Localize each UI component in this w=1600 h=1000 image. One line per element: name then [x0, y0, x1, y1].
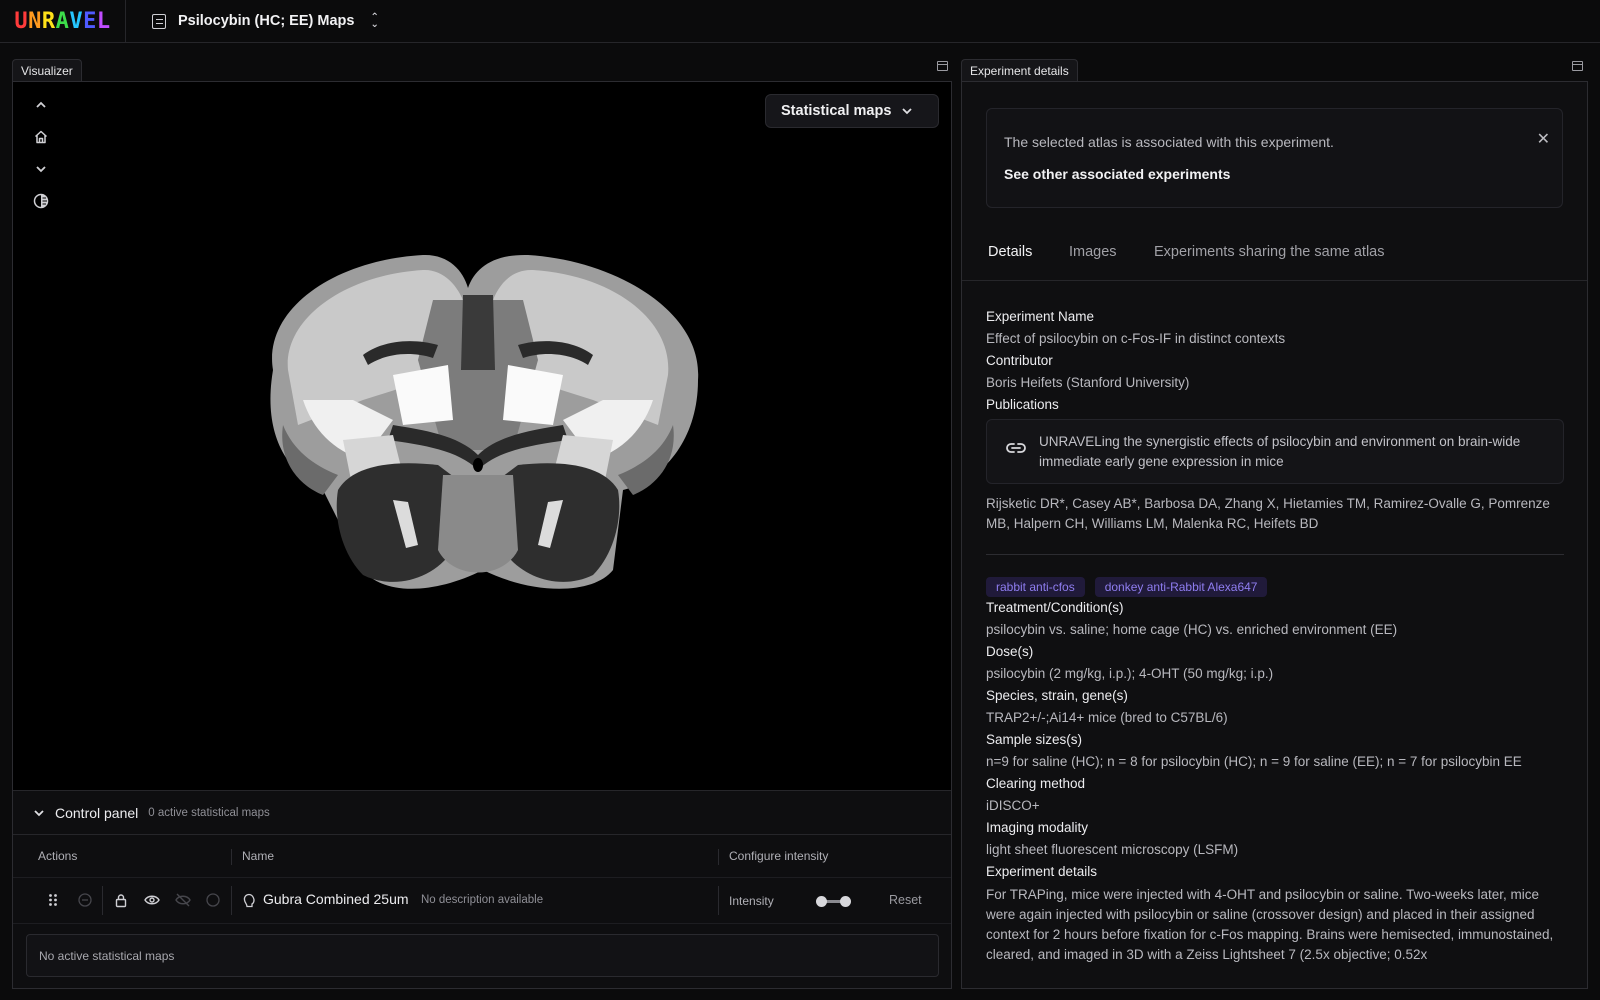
publications-label: Publications [986, 397, 1059, 412]
reset-button[interactable]: Reset [889, 893, 922, 907]
no-active-maps-message: No active statistical maps [26, 934, 939, 977]
dose-value: psilocybin (2 mg/kg, i.p.); 4-OHT (50 mg… [986, 666, 1274, 681]
imaging-modality-value: light sheet fluorescent microscopy (LSFM… [986, 842, 1239, 857]
tab-details[interactable]: Details [988, 244, 1032, 260]
column-divider [718, 886, 719, 915]
experiment-details-tab[interactable]: Experiment details [961, 59, 1078, 82]
species-label: Species, strain, gene(s) [986, 688, 1128, 703]
home-icon[interactable] [33, 128, 49, 146]
logo-letter: R [41, 8, 56, 34]
palette-icon [205, 892, 221, 908]
atlas-name: Gubra Combined 25um [263, 891, 409, 907]
treatment-value: psilocybin vs. saline; home cage (HC) vs… [986, 622, 1398, 637]
experiment-name-label: Experiment Name [986, 309, 1095, 324]
column-divider [231, 849, 232, 865]
intensity-column-header: Configure intensity [729, 849, 829, 863]
visualizer-tab[interactable]: Visualizer [12, 59, 82, 82]
chevron-up-down-icon: ⌃ ⌄ [370, 12, 379, 30]
contributor-label: Contributor [986, 353, 1053, 368]
experiment-details-label: Experiment details [986, 864, 1098, 879]
experiment-name-value: Effect of psilocybin on c-Fos-IF in dist… [986, 331, 1286, 346]
logo-letter: L [96, 8, 111, 34]
control-panel-header[interactable]: Control panel 0 active statistical maps [13, 791, 951, 835]
logo-letter: N [28, 8, 42, 34]
project-selector[interactable]: Psilocybin (HC; EE) Maps ⌃ ⌄ [152, 12, 379, 30]
lock-icon[interactable] [113, 892, 129, 908]
contrast-icon[interactable] [33, 192, 49, 210]
chevron-up-icon[interactable] [35, 96, 47, 114]
atlas-notice: The selected atlas is associated with th… [986, 108, 1563, 208]
chevron-down-icon [902, 108, 913, 115]
antibody-tags: rabbit anti-cfos donkey anti-Rabbit Alex… [986, 577, 1564, 597]
top-bar: UNRAVEL Psilocybin (HC; EE) Maps ⌃ ⌄ [0, 0, 1600, 43]
logo-letter: A [55, 8, 70, 34]
document-icon [152, 13, 166, 29]
experiment-details-panel: The selected atlas is associated with th… [961, 81, 1588, 989]
atlas-description: No description available [421, 894, 544, 906]
actions-column-header: Actions [38, 849, 78, 863]
atlas-icon [241, 892, 257, 908]
logo-letter: E [83, 8, 97, 34]
notice-text: The selected atlas is associated with th… [1004, 134, 1334, 150]
logo-letter: U [14, 8, 29, 34]
maximize-details-icon[interactable] [1572, 61, 1583, 71]
column-divider [231, 886, 232, 915]
statistical-maps-label: Statistical maps [781, 103, 892, 119]
tag-secondary-antibody: donkey anti-Rabbit Alexa647 [1094, 577, 1268, 597]
close-icon[interactable]: ✕ [1537, 129, 1550, 149]
statistical-maps-dropdown[interactable]: Statistical maps [765, 94, 939, 128]
publication-title: UNRAVELing the synergistic effects of ps… [1039, 434, 1521, 469]
chevron-down-icon[interactable] [35, 160, 47, 178]
divider [986, 554, 1564, 555]
publication-card[interactable]: UNRAVELing the synergistic effects of ps… [986, 419, 1564, 484]
hide-icon [175, 892, 191, 908]
intensity-range-slider[interactable] [816, 895, 851, 907]
dose-label: Dose(s) [986, 644, 1034, 659]
active-maps-count: 0 active statistical maps [148, 806, 270, 819]
clearing-method-label: Clearing method [986, 776, 1086, 791]
action-divider [102, 886, 103, 915]
control-panel-columns: Actions Name Configure intensity [13, 835, 951, 878]
publication-authors: Rijsketic DR*, Casey AB*, Barbosa DA, Zh… [986, 496, 1550, 531]
chevron-down-icon[interactable] [33, 809, 45, 817]
link-icon [1006, 443, 1026, 453]
name-column-header: Name [242, 849, 275, 863]
experiment-details-content: Experiment Name Effect of psilocybin on … [986, 306, 1564, 965]
imaging-modality-label: Imaging modality [986, 820, 1089, 835]
tag-primary-antibody: rabbit anti-cfos [986, 577, 1085, 597]
column-divider [718, 849, 719, 865]
maximize-visualizer-icon[interactable] [937, 61, 948, 71]
experiment-details-value: For TRAPing, mice were injected with 4-O… [986, 887, 1554, 962]
treatment-label: Treatment/Condition(s) [986, 600, 1124, 615]
sample-sizes-label: Sample sizes(s) [986, 732, 1083, 747]
visualizer-panel: Statistical maps Control panel 0 active … [12, 81, 952, 989]
control-panel: Control panel 0 active statistical maps … [13, 790, 951, 988]
drag-handle-icon[interactable] [45, 892, 61, 908]
viewer-toolbar [31, 96, 51, 210]
see-other-experiments-link[interactable]: See other associated experiments [1004, 166, 1230, 182]
eye-icon[interactable] [144, 892, 160, 908]
species-value: TRAP2+/-;Ai14+ mice (bred to C57BL/6) [986, 710, 1228, 725]
logo-letter: V [69, 8, 84, 34]
app-logo[interactable]: UNRAVEL [0, 0, 126, 43]
table-row: Gubra Combined 25um No description avail… [13, 878, 951, 924]
brain-atlas-slice[interactable] [243, 250, 713, 600]
contributor-value: Boris Heifets (Stanford University) [986, 375, 1190, 390]
control-panel-title: Control panel [55, 804, 139, 821]
tab-images[interactable]: Images [1069, 244, 1117, 260]
project-title: Psilocybin (HC; EE) Maps [178, 13, 355, 29]
remove-icon [77, 892, 93, 908]
clearing-method-value: iDISCO+ [986, 798, 1040, 813]
intensity-label: Intensity [729, 894, 774, 908]
sample-sizes-value: n=9 for saline (HC); n = 8 for psilocybi… [986, 754, 1522, 769]
tab-shared-atlas[interactable]: Experiments sharing the same atlas [1154, 244, 1385, 260]
details-tabs: Details Images Experiments sharing the s… [962, 226, 1587, 281]
